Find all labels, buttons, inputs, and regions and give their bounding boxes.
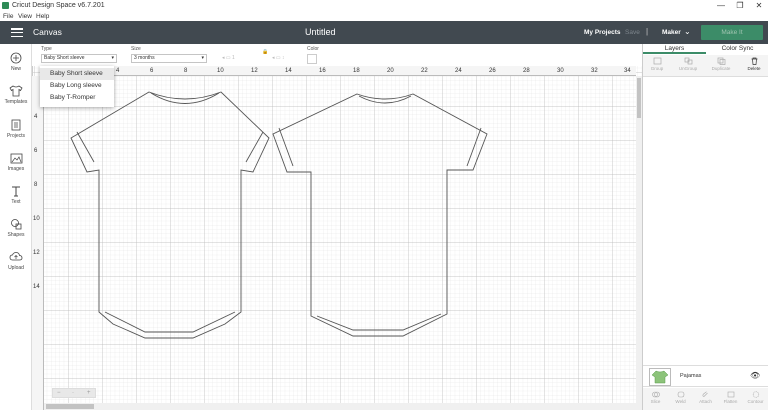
sidebar-item-label: Text <box>11 199 21 205</box>
attach-button[interactable]: Attach <box>693 391 718 404</box>
scroll-thumb[interactable] <box>637 78 641 118</box>
caret-down-icon: ▾ <box>201 55 204 61</box>
contour-button[interactable]: Contour <box>743 391 768 404</box>
ungroup-icon <box>684 57 692 65</box>
sidebar-item-text[interactable]: Text <box>0 185 32 205</box>
sidebar-item-upload[interactable]: Upload <box>0 251 32 271</box>
paperclip-icon <box>702 391 708 397</box>
save-button[interactable]: Save <box>625 29 640 36</box>
document-title: Untitled <box>305 27 336 37</box>
ungroup-button[interactable]: UnGroup <box>676 57 700 71</box>
menu-file[interactable]: File <box>3 13 13 20</box>
projects-icon <box>11 119 21 131</box>
sidebar-item-templates[interactable]: Templates <box>0 85 32 105</box>
color-swatch[interactable] <box>307 54 317 64</box>
width-field[interactable]: ◂ ▭ 1 <box>222 55 235 61</box>
eye-icon[interactable]: 👁 <box>750 371 760 380</box>
delete-button[interactable]: Delete <box>742 57 766 71</box>
my-projects-link[interactable]: My Projects <box>584 29 621 36</box>
maximize-button[interactable]: ❐ <box>731 0 749 12</box>
ruler-left: 4 6 8 10 12 14 <box>32 76 44 410</box>
layer-row[interactable]: Pajamas 👁 <box>643 365 768 387</box>
duplicate-button[interactable]: Duplicate <box>709 57 733 71</box>
menu-view[interactable]: View <box>18 13 32 20</box>
flatten-button[interactable]: Flatten <box>718 391 743 404</box>
group-icon <box>653 57 661 65</box>
sidebar-item-label: Projects <box>6 133 26 139</box>
minimize-button[interactable]: — <box>712 0 730 12</box>
flatten-icon <box>727 391 734 398</box>
layer-thumbnail <box>649 368 671 386</box>
layer-bottom-actions: Slice Weld Attach Flatten Contour <box>643 388 768 410</box>
weld-button[interactable]: Weld <box>668 391 693 404</box>
layer-name: Pajamas <box>680 373 702 379</box>
zoom-in-icon[interactable]: + <box>87 389 91 397</box>
sidebar-item-projects[interactable]: Projects <box>0 119 32 139</box>
ruler-top: 4 6 8 10 12 14 16 18 20 22 24 26 28 30 3… <box>44 66 636 76</box>
tab-layers[interactable]: Layers <box>643 44 706 54</box>
machine-selector[interactable]: Maker <box>662 29 681 36</box>
size-label: Size <box>131 46 141 52</box>
size-select[interactable]: 3 months ▾ <box>131 54 207 63</box>
chevron-down-icon[interactable]: ⌄ <box>684 27 691 36</box>
color-label: Color <box>307 46 319 52</box>
duplicate-icon <box>717 57 725 65</box>
app-logo-icon <box>2 2 9 9</box>
window-title: Cricut Design Space v6.7.201 <box>12 2 105 9</box>
slice-button[interactable]: Slice <box>643 391 668 404</box>
layer-actions-bar: Group UnGroup Duplicate Delete <box>643 55 768 77</box>
dropdown-option-baby-short-sleeve[interactable]: Baby Short sleeve <box>40 68 114 80</box>
type-select[interactable]: Baby Short sleeve ▾ <box>41 54 117 63</box>
left-sidebar: New Templates Projects Images Text Shape… <box>0 44 32 410</box>
dropdown-option-baby-long-sleeve[interactable]: Baby Long sleeve <box>40 80 114 92</box>
shirt-icon <box>9 85 23 97</box>
type-label: Type <box>41 46 52 52</box>
make-it-button[interactable]: Make It <box>701 25 763 40</box>
sidebar-item-label: Images <box>7 166 25 172</box>
shapes-icon <box>10 219 21 230</box>
hamburger-menu-icon[interactable] <box>11 28 23 38</box>
window-title-bar: Cricut Design Space v6.7.201 — ❐ ✕ <box>0 0 768 12</box>
sidebar-item-images[interactable]: Images <box>0 152 32 172</box>
section-title: Canvas <box>33 27 62 37</box>
weld-icon <box>677 391 684 398</box>
upload-cloud-icon <box>9 252 23 261</box>
type-dropdown-menu: Baby Short sleeve Baby Long sleeve Baby … <box>40 66 114 107</box>
scroll-thumb[interactable] <box>46 404 94 409</box>
edit-toolbar: Type Baby Short sleeve ▾ Size 3 months ▾… <box>32 44 642 66</box>
slice-icon <box>651 391 660 398</box>
contour-icon <box>752 391 759 398</box>
onesie-front <box>70 91 270 339</box>
sidebar-item-label: Shapes <box>7 232 25 238</box>
image-icon <box>10 153 22 164</box>
zoom-out-icon[interactable]: − <box>57 389 61 397</box>
horizontal-scrollbar[interactable] <box>44 403 636 410</box>
zoom-level-icon: · <box>72 390 74 396</box>
close-window-button[interactable]: ✕ <box>750 0 768 12</box>
dropdown-option-baby-t-romper[interactable]: Baby T-Romper <box>40 92 114 104</box>
onesie-templates <box>70 91 488 339</box>
plus-circle-icon <box>10 52 22 64</box>
text-icon <box>12 186 20 197</box>
menu-bar: File View Help <box>0 12 768 21</box>
sidebar-item-shapes[interactable]: Shapes <box>0 218 32 238</box>
sidebar-item-new[interactable]: New <box>0 52 32 72</box>
header-separator: | <box>646 27 649 36</box>
height-field[interactable]: ◂ ▭ ↕ <box>272 55 285 61</box>
onesie-thumbnail-icon <box>651 370 669 384</box>
sidebar-item-label: New <box>10 66 21 72</box>
design-canvas[interactable] <box>32 66 642 410</box>
tab-color-sync[interactable]: Color Sync <box>706 44 768 54</box>
sidebar-item-label: Templates <box>4 99 28 105</box>
menu-help[interactable]: Help <box>36 13 49 20</box>
group-button[interactable]: Group <box>645 57 669 71</box>
sidebar-item-label: Upload <box>8 265 24 271</box>
trash-icon <box>751 57 757 65</box>
zoom-control[interactable]: − · + <box>52 388 96 398</box>
onesie-back <box>272 93 488 337</box>
app-header: Canvas Untitled My Projects Save | Maker… <box>0 21 768 44</box>
caret-down-icon: ▾ <box>111 55 114 61</box>
lock-icon[interactable]: 🔒 <box>262 49 268 55</box>
layers-panel: Layers Color Sync Group UnGroup Duplicat… <box>642 44 768 410</box>
